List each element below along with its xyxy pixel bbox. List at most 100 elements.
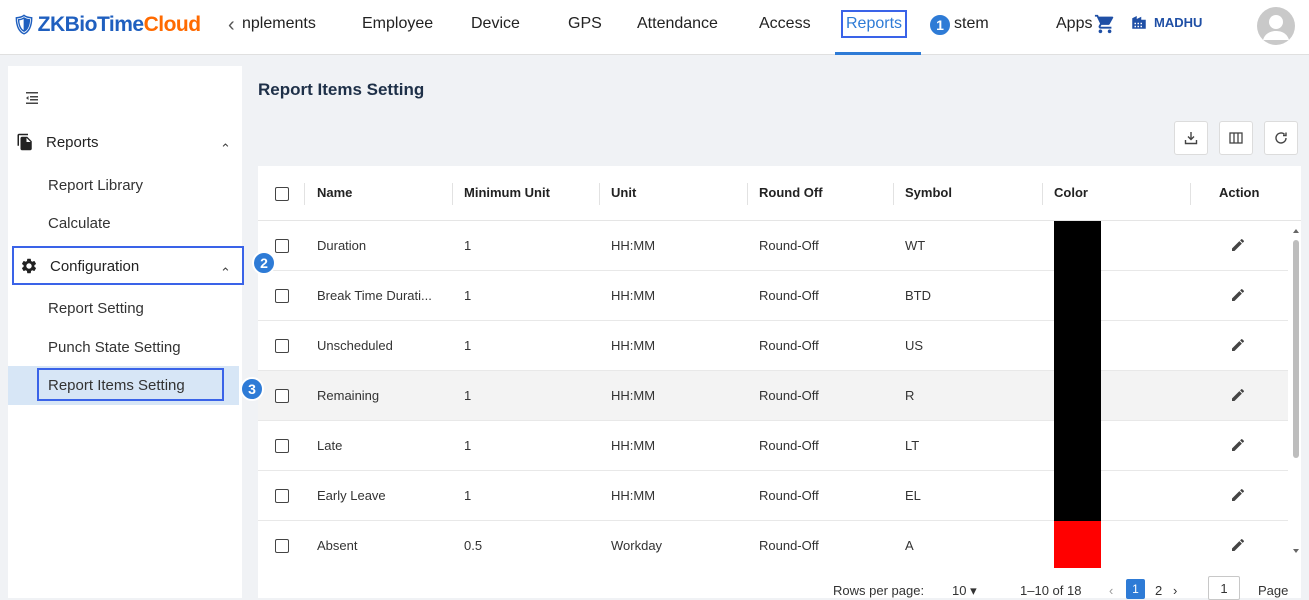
table-row[interactable]: Duration 1 HH:MM Round-Off WT [258,221,1288,271]
cell-minimum-unit: 1 [464,438,472,453]
edit-pencil-icon[interactable] [1230,537,1246,558]
cell-name: Absent [317,538,358,553]
sidebar-item-report-setting[interactable]: Report Setting [48,300,144,317]
company-name: MADHU [1154,14,1203,30]
columns-button[interactable] [1219,121,1253,155]
column-header-unit[interactable]: Unit [611,185,636,200]
rows-per-page-select[interactable]: 10 ▾ [952,583,977,599]
apps-menu[interactable]: Apps [1056,15,1092,33]
view-column-icon [1229,132,1243,144]
next-page-icon[interactable]: › [1173,583,1177,598]
row-checkbox[interactable] [275,539,289,553]
annotation-badge-1: 1 [928,13,952,37]
page-number-input[interactable]: 1 [1208,576,1240,600]
row-checkbox[interactable] [275,489,289,503]
cell-minimum-unit: 1 [464,238,472,253]
row-checkbox[interactable] [275,389,289,403]
row-checkbox[interactable] [275,239,289,253]
pagination-range: 1–10 of 18 [1020,583,1082,598]
annotation-badge-2: 2 [252,251,276,275]
color-swatch [1054,371,1101,421]
cell-symbol: BTD [905,288,931,303]
edit-pencil-icon[interactable] [1230,337,1246,358]
sidebar-item-calculate[interactable]: Calculate [48,215,111,232]
sidebar-item-report-items-setting[interactable]: Report Items Setting [48,377,185,394]
cart-icon[interactable] [1094,13,1116,40]
cell-name: Late [317,438,343,453]
previous-page-icon[interactable]: ‹ [1109,583,1113,598]
cell-round-off: Round-Off [759,288,819,303]
refresh-icon [1275,132,1287,144]
sidebar-group-reports[interactable]: Reports [16,133,99,151]
company-selector[interactable]: MADHU [1130,13,1202,31]
sidebar-item-report-library[interactable]: Report Library [48,177,143,194]
cell-minimum-unit: 1 [464,338,472,353]
shield-logo-icon: 🛡 [12,15,36,36]
page-button-current[interactable]: 1 [1126,579,1145,599]
table-row[interactable]: Absent 0.5 Workday Round-Off A [258,521,1288,571]
tab-implements[interactable]: nplements [242,15,316,33]
export-button[interactable] [1174,121,1208,155]
chevron-up-icon[interactable]: ⌃ [220,141,231,157]
row-checkbox[interactable] [275,439,289,453]
color-swatch [1054,271,1101,321]
user-avatar[interactable] [1257,7,1295,45]
table-row[interactable]: Late 1 HH:MM Round-Off LT [258,421,1288,471]
sidebar-group-configuration[interactable]: Configuration [20,257,139,275]
edit-pencil-icon[interactable] [1230,387,1246,408]
cell-symbol: US [905,338,924,353]
select-all-checkbox[interactable] [275,187,289,201]
download-icon [1184,132,1198,145]
brand-logo[interactable]: 🛡ZKBioTimeCloud [12,13,201,37]
edit-pencil-icon[interactable] [1230,437,1246,458]
active-tab-indicator [835,52,921,55]
sidebar-group-label: Reports [46,133,99,151]
cell-round-off: Round-Off [759,488,819,503]
nav-scroll-left-button[interactable]: ‹ [228,14,235,37]
edit-pencil-icon[interactable] [1230,487,1246,508]
annotation-badge-3: 3 [240,377,264,401]
refresh-button[interactable] [1264,121,1298,155]
module-tabs: nplements Employee Device GPS Attendance… [242,0,1002,55]
building-icon [1132,16,1146,29]
color-swatch [1054,521,1101,571]
tab-attendance[interactable]: Attendance [637,15,718,33]
color-swatch [1054,221,1101,271]
cell-symbol: EL [905,488,921,503]
page-button-2[interactable]: 2 [1155,583,1162,598]
cell-unit: HH:MM [611,338,656,353]
rows-per-page-label: Rows per page: [833,583,925,598]
color-swatch [1054,471,1101,521]
row-checkbox[interactable] [275,339,289,353]
cell-minimum-unit: 1 [464,388,472,403]
column-header-color[interactable]: Color [1054,185,1088,200]
edit-pencil-icon[interactable] [1230,237,1246,258]
cell-symbol: LT [905,438,920,453]
column-header-round-off[interactable]: Round Off [759,185,823,200]
tab-employee[interactable]: Employee [362,15,433,33]
cell-unit: HH:MM [611,488,656,503]
tab-system[interactable]: stem [954,15,989,33]
column-header-symbol[interactable]: Symbol [905,185,952,200]
tab-reports[interactable]: Reports [840,10,908,38]
dropdown-arrow-icon: ▾ [970,583,977,598]
chevron-up-icon[interactable]: ⌃ [220,265,231,281]
sidebar-item-punch-state-setting[interactable]: Punch State Setting [48,339,181,356]
cell-symbol: A [905,538,914,553]
edit-pencil-icon[interactable] [1230,287,1246,308]
table-row[interactable]: Remaining 1 HH:MM Round-Off R [258,371,1288,421]
tab-device[interactable]: Device [471,15,520,33]
gear-icon [20,257,38,275]
column-header-minimum-unit[interactable]: Minimum Unit [464,185,550,200]
table-row[interactable]: Early Leave 1 HH:MM Round-Off EL [258,471,1288,521]
column-header-name[interactable]: Name [317,185,352,200]
collapse-menu-icon[interactable] [24,90,40,111]
tab-access[interactable]: Access [759,15,811,33]
table-row[interactable]: Unscheduled 1 HH:MM Round-Off US [258,321,1288,371]
table-row[interactable]: Break Time Durati... 1 HH:MM Round-Off BTD [258,271,1288,321]
row-checkbox[interactable] [275,289,289,303]
tab-gps[interactable]: GPS [568,15,602,33]
color-swatch [1054,421,1101,471]
cell-name: Break Time Durati... [317,288,432,303]
scrollbar-thumb[interactable] [1293,240,1299,458]
